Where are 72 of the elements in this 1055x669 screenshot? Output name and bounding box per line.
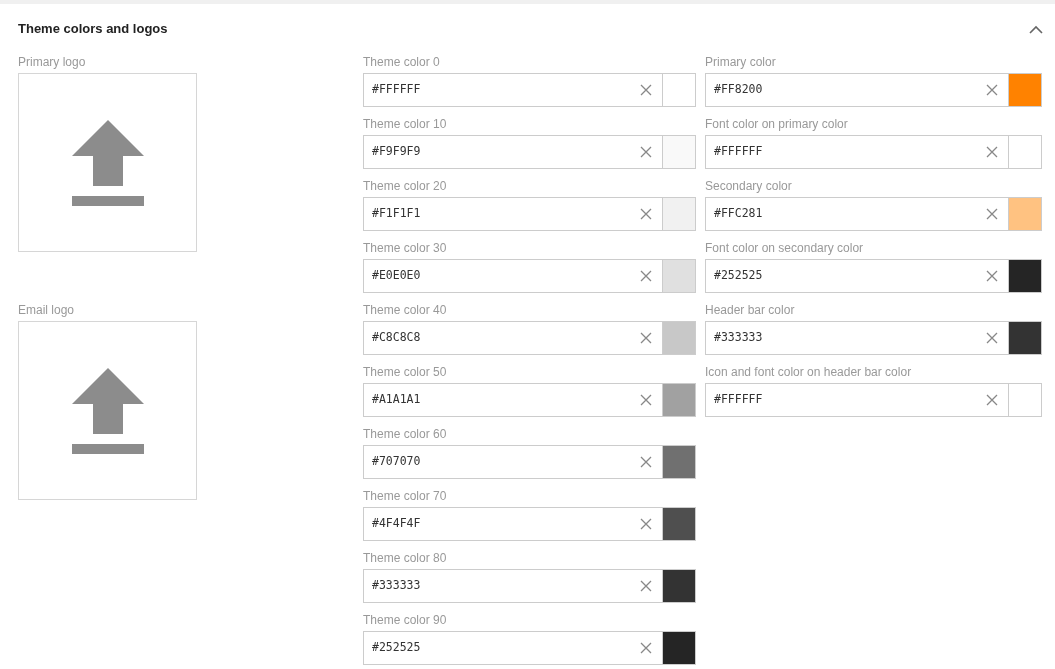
color-swatch[interactable] bbox=[663, 73, 696, 107]
section-title: Theme colors and logos bbox=[18, 20, 168, 38]
clear-icon[interactable] bbox=[640, 456, 652, 468]
clear-icon[interactable] bbox=[640, 84, 652, 96]
color-input-field[interactable]: #333333 bbox=[363, 569, 663, 603]
color-input-field[interactable]: #C8C8C8 bbox=[363, 321, 663, 355]
color-swatch[interactable] bbox=[663, 569, 696, 603]
chevron-up-icon[interactable] bbox=[1029, 24, 1043, 34]
field-label: Theme color 0 bbox=[363, 55, 440, 69]
clear-icon[interactable] bbox=[640, 518, 652, 530]
field-label: Theme color 90 bbox=[363, 613, 447, 627]
color-swatch[interactable] bbox=[1009, 135, 1042, 169]
clear-icon[interactable] bbox=[640, 394, 652, 406]
field-label: Icon and font color on header bar color bbox=[705, 365, 912, 379]
color-input-field[interactable]: #A1A1A1 bbox=[363, 383, 663, 417]
field-label: Font color on secondary color bbox=[705, 241, 864, 255]
color-input-field[interactable]: #F1F1F1 bbox=[363, 197, 663, 231]
color-swatch[interactable] bbox=[663, 445, 696, 479]
color-input-field[interactable]: #4F4F4F bbox=[363, 507, 663, 541]
color-input-field[interactable]: #FFFFFF bbox=[363, 73, 663, 107]
field-label: Primary logo bbox=[18, 55, 86, 69]
clear-icon[interactable] bbox=[986, 332, 998, 344]
clear-icon[interactable] bbox=[640, 642, 652, 654]
field-label: Theme color 50 bbox=[363, 365, 447, 379]
color-swatch[interactable] bbox=[663, 259, 696, 293]
clear-icon[interactable] bbox=[640, 270, 652, 282]
clear-icon[interactable] bbox=[986, 84, 998, 96]
color-input-field[interactable]: #F9F9F9 bbox=[363, 135, 663, 169]
color-swatch[interactable] bbox=[663, 321, 696, 355]
color-swatch[interactable] bbox=[1009, 321, 1042, 355]
field-label: Theme color 80 bbox=[363, 551, 447, 565]
color-swatch[interactable] bbox=[1009, 383, 1042, 417]
field-label: Font color on primary color bbox=[705, 117, 848, 131]
color-swatch[interactable] bbox=[1009, 73, 1042, 107]
color-swatch[interactable] bbox=[663, 135, 696, 169]
color-input-field[interactable]: #252525 bbox=[363, 631, 663, 665]
clear-icon[interactable] bbox=[640, 146, 652, 158]
color-input-field[interactable]: #FFFFFF bbox=[705, 383, 1009, 417]
logo-upload-area[interactable] bbox=[18, 321, 197, 500]
clear-icon[interactable] bbox=[640, 332, 652, 344]
field-label: Theme color 70 bbox=[363, 489, 447, 503]
clear-icon[interactable] bbox=[986, 146, 998, 158]
clear-icon[interactable] bbox=[640, 208, 652, 220]
field-label: Secondary color bbox=[705, 179, 792, 193]
field-label: Theme color 20 bbox=[363, 179, 447, 193]
field-label: Primary color bbox=[705, 55, 776, 69]
field-label: Email logo bbox=[18, 303, 75, 317]
color-input-field[interactable]: #707070 bbox=[363, 445, 663, 479]
color-input-field[interactable]: #E0E0E0 bbox=[363, 259, 663, 293]
color-swatch[interactable] bbox=[663, 507, 696, 541]
clear-icon[interactable] bbox=[986, 270, 998, 282]
upload-icon bbox=[71, 119, 144, 206]
color-input-field[interactable]: #333333 bbox=[705, 321, 1009, 355]
logo-upload-area[interactable] bbox=[18, 73, 197, 252]
color-swatch[interactable] bbox=[663, 631, 696, 665]
field-label: Theme color 30 bbox=[363, 241, 447, 255]
color-input-field[interactable]: #252525 bbox=[705, 259, 1009, 293]
color-swatch[interactable] bbox=[663, 383, 696, 417]
color-swatch[interactable] bbox=[1009, 259, 1042, 293]
clear-icon[interactable] bbox=[640, 580, 652, 592]
color-input-field[interactable]: #FFFFFF bbox=[705, 135, 1009, 169]
color-swatch[interactable] bbox=[663, 197, 696, 231]
field-label: Theme color 40 bbox=[363, 303, 447, 317]
color-swatch[interactable] bbox=[1009, 197, 1042, 231]
upload-icon bbox=[71, 367, 144, 454]
field-label: Header bar color bbox=[705, 303, 795, 317]
field-label: Theme color 60 bbox=[363, 427, 447, 441]
field-label: Theme color 10 bbox=[363, 117, 447, 131]
clear-icon[interactable] bbox=[986, 208, 998, 220]
color-input-field[interactable]: #FFC281 bbox=[705, 197, 1009, 231]
color-input-field[interactable]: #FF8200 bbox=[705, 73, 1009, 107]
clear-icon[interactable] bbox=[986, 394, 998, 406]
